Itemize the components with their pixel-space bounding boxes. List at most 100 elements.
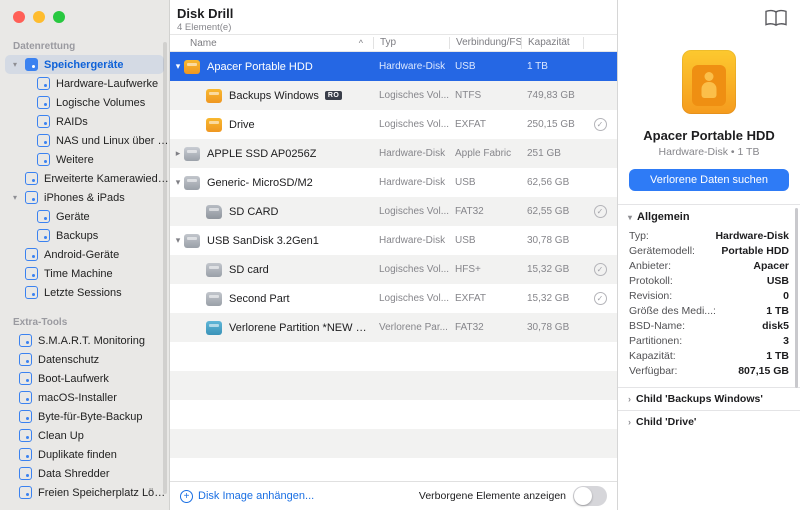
android-icon [25, 248, 38, 261]
shredder-icon [19, 467, 32, 480]
detail-panel: Apacer Portable HDD Hardware-Disk • 1 TB… [617, 0, 800, 510]
table-row-apple-ssd[interactable]: ▸ APPLE SSD AP0256Z Hardware-Disk Apple … [170, 139, 617, 168]
book-icon [765, 9, 787, 27]
sidebar-item-byte-fuer-byte-backup[interactable]: Byte-für-Byte-Backup [0, 407, 169, 426]
sidebar-item-iphones-ipads[interactable]: ▾ iPhones & iPads [0, 188, 169, 207]
eraser-icon [19, 486, 32, 499]
search-lost-data-button[interactable]: Verlorene Daten suchen [629, 169, 789, 191]
sidebar-item-smart-monitoring[interactable]: S.M.A.R.T. Monitoring [0, 331, 169, 350]
volume-icon [206, 262, 222, 277]
sidebar-item-backups[interactable]: Backups [0, 226, 169, 245]
sidebar-item-data-shredder[interactable]: Data Shredder [0, 464, 169, 483]
external-drive-icon [184, 59, 200, 74]
chevron-down-icon[interactable]: ▾ [172, 61, 184, 72]
help-book-button[interactable] [764, 9, 788, 27]
column-header-typ[interactable]: Typ [373, 37, 449, 49]
read-only-badge: RO [324, 91, 343, 100]
table-row-sd-card-fat32[interactable]: SD CARD Logisches Vol... FAT32 62,55 GB … [170, 197, 617, 226]
table-header: Name ^ Typ Verbindung/FS Kapazität [170, 34, 617, 52]
nas-icon [37, 134, 50, 147]
section-title-datenrettung: Datenrettung [13, 41, 76, 52]
mounted-check-icon: ✓ [593, 205, 607, 218]
sidebar-item-nas-linux-ssh[interactable]: NAS und Linux über SSH [0, 131, 169, 150]
column-header-name[interactable]: Name ^ [170, 38, 373, 49]
sidebar-scrollbar[interactable] [163, 42, 167, 494]
external-drive-icon [25, 58, 38, 71]
column-header-verbindung[interactable]: Verbindung/FS [449, 37, 522, 49]
device-name: Apacer Portable HDD [643, 128, 775, 143]
boot-drive-icon [19, 372, 32, 385]
card-reader-icon [184, 175, 200, 190]
table-row-sd-card-hfs[interactable]: SD card Logisches Vol... HFS+ 15,32 GB ✓ [170, 255, 617, 284]
sidebar-item-hardware-laufwerke[interactable]: Hardware-Laufwerke [0, 74, 169, 93]
chevron-right-icon: › [628, 417, 631, 427]
device-icon [682, 50, 736, 114]
table-row-second-part[interactable]: Second Part Logisches Vol... EXFAT 15,32… [170, 284, 617, 313]
hidden-items-toggle[interactable] [573, 486, 607, 506]
sidebar-item-datenschutz[interactable]: Datenschutz [0, 350, 169, 369]
section-title-extra-tools: Extra-Tools [13, 317, 68, 328]
sidebar-item-duplikate-finden[interactable]: Duplikate finden [0, 445, 169, 464]
zoom-button[interactable] [53, 11, 65, 23]
device-properties: Typ: Hardware-Disk Gerätemodell: Portable … [629, 230, 789, 377]
chevron-down-icon: ▾ [628, 212, 633, 222]
sidebar-item-macos-installer[interactable]: macOS-Installer [0, 388, 169, 407]
sidebar-item-android-geraete[interactable]: Android-Geräte [0, 245, 169, 264]
device-table: ▾ Apacer Portable HDD Hardware-Disk USB … [170, 52, 617, 481]
footer-bar: + Disk Image anhängen... Verborgene Elem… [170, 481, 617, 510]
table-row-usb-sandisk[interactable]: ▾ USB SanDisk 3.2Gen1 Hardware-Disk USB … [170, 226, 617, 255]
hidden-items-label: Verborgene Elemente anzeigen [418, 490, 566, 502]
chevron-down-icon[interactable]: ▾ [172, 235, 184, 246]
shield-icon [19, 353, 32, 366]
table-row-generic-microsd[interactable]: ▾ Generic- MicroSD/M2 Hardware-Disk USB … [170, 168, 617, 197]
table-row-drive[interactable]: Drive Logisches Vol... EXFAT 250,15 GB ✓ [170, 110, 617, 139]
detail-scrollbar[interactable] [795, 208, 798, 388]
copy-icon [19, 410, 32, 423]
volume-icon [206, 291, 222, 306]
chevron-down-icon[interactable]: ▾ [13, 188, 25, 207]
volume-icon [206, 117, 222, 132]
column-header-status [583, 37, 617, 49]
raid-icon [37, 115, 50, 128]
attach-disk-image-link[interactable]: + Disk Image anhängen... [180, 489, 314, 503]
sidebar: Datenrettung ▾ Speichergeräte Hardware-L… [0, 0, 170, 510]
sidebar-item-freien-speicherplatz-loeschen[interactable]: Freien Speicherplatz Lösc... [0, 483, 169, 502]
disk-drill-window: Datenrettung ▾ Speichergeräte Hardware-L… [0, 0, 800, 510]
sidebar-item-boot-laufwerk[interactable]: Boot-Laufwerk [0, 369, 169, 388]
device-list-panel: Disk Drill 4 Element(e) Name ^ Typ Verbi… [170, 0, 617, 510]
chevron-down-icon[interactable]: ▾ [172, 177, 184, 188]
sidebar-item-letzte-sessions[interactable]: Letzte Sessions [0, 283, 169, 302]
table-row-backups-windows[interactable]: Backups Windows RO Logisches Vol... NTFS… [170, 81, 617, 110]
close-button[interactable] [13, 11, 25, 23]
internal-drive-icon [184, 146, 200, 161]
sd-card-icon [206, 204, 222, 219]
sidebar-item-clean-up[interactable]: Clean Up [0, 426, 169, 445]
chevron-down-icon[interactable]: ▾ [13, 55, 25, 74]
hard-drive-icon [37, 77, 50, 90]
minimize-button[interactable] [33, 11, 45, 23]
sidebar-item-raids[interactable]: RAIDs [0, 112, 169, 131]
table-row-verlorene-partition[interactable]: Verlorene Partition *NEW VOL... Verloren… [170, 313, 617, 342]
sidebar-item-logische-volumes[interactable]: Logische Volumes [0, 93, 169, 112]
mounted-check-icon: ✓ [593, 118, 607, 131]
sidebar-item-erweiterte-kamerawiederherstellung[interactable]: Erweiterte Kamerawiederh... [0, 169, 169, 188]
section-allgemein[interactable]: ▾ Allgemein [618, 204, 800, 226]
column-header-kapazitaet[interactable]: Kapazität [521, 37, 583, 49]
sidebar-item-geraete[interactable]: Geräte [0, 207, 169, 226]
device-subtitle: Hardware-Disk • 1 TB [658, 146, 760, 158]
sort-indicator-icon: ^ [358, 38, 363, 48]
plus-circle-icon: + [180, 489, 193, 503]
sidebar-item-weitere[interactable]: Weitere [0, 150, 169, 169]
traffic-lights [13, 11, 65, 23]
table-row-apacer-hdd[interactable]: ▾ Apacer Portable HDD Hardware-Disk USB … [170, 52, 617, 81]
volume-icon [206, 88, 222, 103]
sidebar-item-speichergeraete[interactable]: ▾ Speichergeräte [5, 55, 164, 74]
more-icon [37, 153, 50, 166]
sidebar-item-time-machine[interactable]: Time Machine [0, 264, 169, 283]
installer-icon [19, 391, 32, 404]
chevron-right-icon[interactable]: ▸ [172, 148, 184, 159]
child-backups-windows[interactable]: › Child 'Backups Windows' [618, 387, 800, 410]
toggle-knob [574, 487, 592, 505]
child-drive[interactable]: › Child 'Drive' [618, 410, 800, 433]
mounted-check-icon: ✓ [593, 263, 607, 276]
